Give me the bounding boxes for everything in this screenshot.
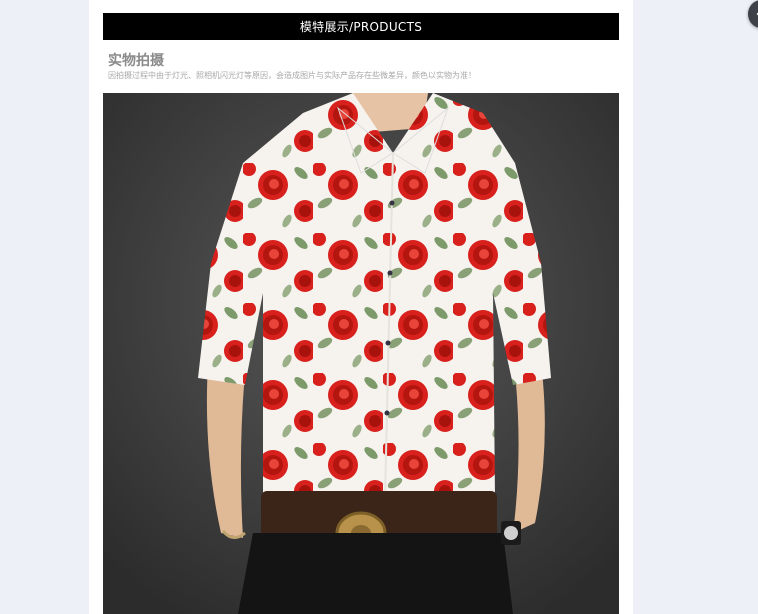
section-title: 实物拍摄	[108, 53, 164, 69]
product-photo-illustration	[103, 93, 619, 614]
product-photo	[103, 93, 619, 614]
chevron-icon	[756, 12, 758, 16]
product-detail-page: 模特展示/PRODUCTS 实物拍摄 因拍摄过程中由于灯光、照相机闪光灯等原因，…	[89, 0, 633, 614]
banner-title: 模特展示/PRODUCTS	[299, 20, 423, 34]
section-banner: 模特展示/PRODUCTS	[103, 13, 619, 40]
section-subtitle: 因拍摄过程中由于灯光、照相机闪光灯等原因，会造成图片与实际产品存在些微差异，颜色…	[108, 71, 476, 80]
side-float-button[interactable]	[748, 0, 758, 28]
